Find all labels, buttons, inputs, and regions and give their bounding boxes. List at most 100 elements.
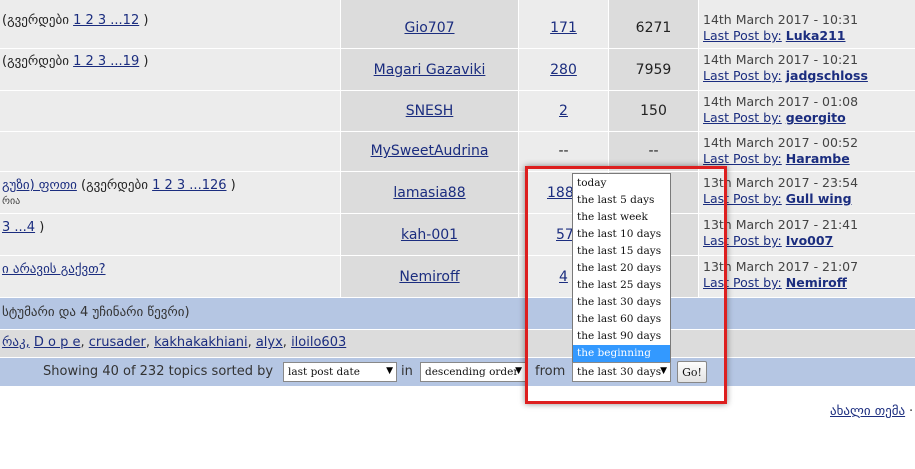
last-post-user[interactable]: Luka211 [786,28,846,43]
last-post-by: Last Post by: Harambe [703,151,850,166]
author-cell: Magari Gazaviki [341,49,518,90]
order-select[interactable]: descending order ▼ [420,362,526,382]
last-post-cell: 14th March 2017 - 00:52 Last Post by: Ha… [699,132,915,171]
views-cell: 150 [609,91,698,131]
pages-label: (გვერდები [2,13,69,28]
replies-link[interactable]: 171 [519,20,608,36]
pages-label: (გვერდები [2,54,69,69]
paren-close: ) [39,220,45,235]
topic-cell: 3 ...4 ) [0,214,340,255]
topic-title-line: 3 ...4 ) [2,220,44,235]
views-cell: 6271 [609,0,698,48]
paren-close: ) [143,54,149,69]
author-cell: Gio707 [341,0,518,48]
last-post-cell: 13th March 2017 - 21:41 Last Post by: Iv… [699,214,915,255]
last-post-label[interactable]: Last Post by: [703,68,782,83]
online-user-link[interactable]: iloilo603 [291,335,346,350]
views-cell: 7959 [609,49,698,90]
page-links[interactable]: 1 2 3 ...19 [73,54,139,69]
online-users-list: რაკ, D o p e, crusader, kakhakakhiani, a… [2,335,347,350]
author-link[interactable]: MySweetAudrina [341,143,518,159]
last-post-user[interactable]: jadgschloss [786,68,868,83]
last-post-cell: 13th March 2017 - 23:54 Last Post by: Gu… [699,172,915,213]
views-count: 7959 [635,62,672,78]
online-user-link[interactable]: kakhakakhiani [154,335,247,350]
paren-close: ) [230,178,236,193]
last-post-cell: 13th March 2017 - 21:07 Last Post by: Ne… [699,256,915,297]
new-topic-link[interactable]: ახალი თემა [830,404,905,419]
topic-row: (გვერდები 1 2 3 ...19 ) Magari Gazaviki … [0,49,915,91]
replies-cell: 171 [519,0,608,48]
triangle-down-icon: ▼ [386,366,393,376]
author-link[interactable]: SNESH [341,103,518,119]
sort-by-select[interactable]: last post date ▼ [283,362,397,382]
last-post-date: 14th March 2017 - 10:31 [703,12,859,27]
topic-row: MySweetAudrina -- -- 14th March 2017 - 0… [0,132,915,172]
last-post-date: 14th March 2017 - 00:52 [703,135,859,150]
topic-cell: გუზი) ფოთი (გვერდები 1 2 3 ...126 ) რია [0,172,340,213]
sort-by-value: last post date [288,366,360,378]
in-label: in [401,364,413,379]
topic-cell: (გვერდები 1 2 3 ...19 ) [0,49,340,90]
replies-cell: 2 [519,91,608,131]
online-user-link[interactable]: crusader [89,335,146,350]
page-links[interactable]: 1 2 3 ...126 [152,178,226,193]
views-count: -- [648,143,659,159]
author-link[interactable]: lamasia88 [341,185,518,201]
last-post-cell: 14th March 2017 - 01:08 Last Post by: ge… [699,91,915,131]
topic-title-line: გუზი) ფოთი (გვერდები 1 2 3 ...126 ) [2,178,236,193]
author-link[interactable]: kah-001 [341,227,518,243]
topic-cell [0,132,340,171]
last-post-user[interactable]: Gull wing [786,191,852,206]
topic-row: ი არავის გაქვთ? Nemiroff 4 13th March 20… [0,256,915,298]
last-post-cell: 14th March 2017 - 10:31 Last Post by: Lu… [699,0,915,48]
last-post-label[interactable]: Last Post by: [703,151,782,166]
last-post-user[interactable]: Harambe [786,151,850,166]
author-cell: kah-001 [341,214,518,255]
online-user-link[interactable]: რაკ, [2,335,30,350]
last-post-user[interactable]: Ivo007 [786,233,833,248]
last-post-date: 14th March 2017 - 10:21 [703,52,859,67]
pages-label: (გვერდები [81,178,148,193]
author-link[interactable]: Gio707 [341,20,518,36]
replies-count: -- [558,143,569,159]
views-count: 150 [640,103,667,119]
topic-row: SNESH 2 150 14th March 2017 - 01:08 Last… [0,91,915,132]
online-user-link[interactable]: D o p e [34,335,81,350]
topic-row: (გვერდები 1 2 3 ...12 ) Gio707 171 6271 … [0,0,915,49]
topic-row: 3 ...4 ) kah-001 57 13th March 2017 - 21… [0,214,915,256]
online-user-link[interactable]: alyx [256,335,283,350]
author-link[interactable]: Nemiroff [341,269,518,285]
author-link[interactable]: Magari Gazaviki [341,62,518,78]
replies-link[interactable]: 2 [519,103,608,119]
page-links[interactable]: 3 ...4 [2,220,35,235]
last-post-label[interactable]: Last Post by: [703,28,782,43]
order-value: descending order [425,366,519,378]
page-links[interactable]: 1 2 3 ...12 [73,13,139,28]
author-cell: lamasia88 [341,172,518,213]
topic-title-link[interactable]: გუზი) ფოთი [2,178,77,193]
author-cell: MySweetAudrina [341,132,518,171]
online-users-bar: რაკ, D o p e, crusader, kakhakakhiani, a… [0,330,915,357]
replies-link[interactable]: 280 [519,62,608,78]
showing-text: Showing 40 of 232 topics sorted by [43,364,274,379]
last-post-user[interactable]: Nemiroff [786,275,847,290]
highlight-annotation-box [525,166,727,404]
topic-title-line: ი არავის გაქვთ? [2,262,106,277]
last-post-date: 14th March 2017 - 01:08 [703,94,859,109]
author-cell: Nemiroff [341,256,518,297]
topic-cell: ი არავის გაქვთ? [0,256,340,297]
online-guests-text: სტუმარი და 4 უჩინარი წევრი) [2,305,190,320]
topic-title-link[interactable]: ი არავის გაქვთ? [2,262,106,277]
last-post-user[interactable]: georgito [786,110,846,125]
author-cell: SNESH [341,91,518,131]
last-post-label[interactable]: Last Post by: [703,110,782,125]
footer-separator: · [909,404,914,419]
topic-cell [0,91,340,131]
views-count: 6271 [635,20,672,36]
topic-description: რია [2,196,21,207]
last-post-by: Last Post by: jadgschloss [703,68,868,83]
topic-title-line: (გვერდები 1 2 3 ...19 ) [2,54,148,69]
paren-close: ) [143,13,149,28]
last-post-cell: 14th March 2017 - 10:21 Last Post by: ja… [699,49,915,90]
